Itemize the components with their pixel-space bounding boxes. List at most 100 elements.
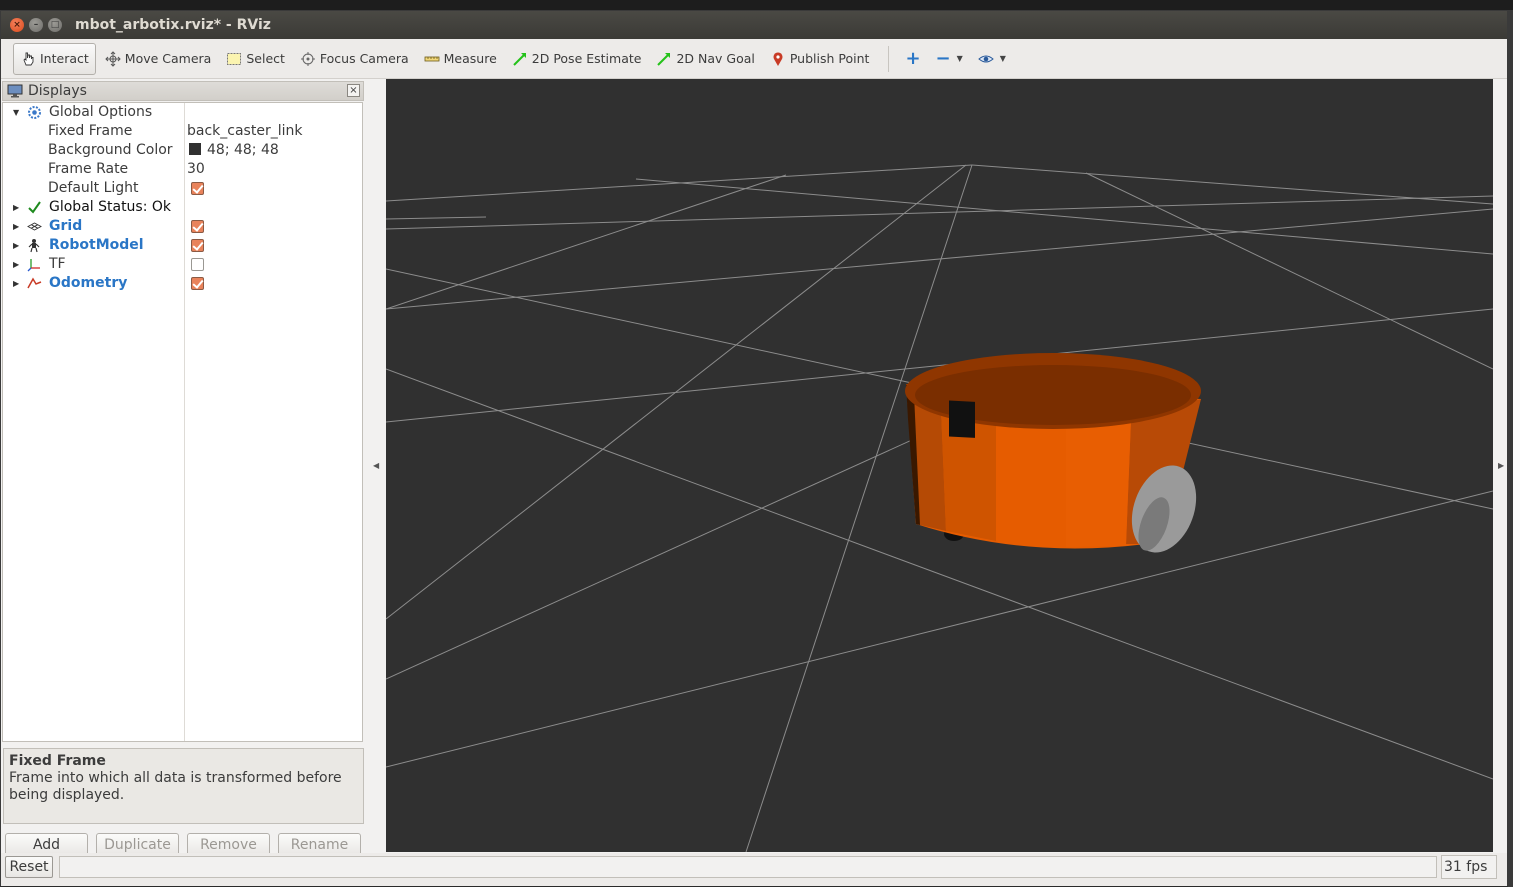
displays-panel: Displays × ▼ Global Options Fixed Frame …: [2, 79, 364, 857]
expand-arrow-icon[interactable]: ▶: [13, 236, 19, 255]
remove-tool-button[interactable]: − ▼: [930, 43, 969, 75]
3d-render-viewport[interactable]: [386, 79, 1493, 852]
expand-arrow-icon[interactable]: ▶: [13, 274, 19, 293]
tf-checkbox[interactable]: [191, 258, 204, 271]
robot-model-checkbox[interactable]: [191, 239, 204, 252]
tree-row-grid[interactable]: ▶ Grid: [3, 217, 362, 236]
tool-label: Measure: [443, 51, 497, 66]
select-box-icon: [226, 51, 242, 67]
tool-label: Select: [246, 51, 285, 66]
odometry-checkbox[interactable]: [191, 277, 204, 290]
window-maximize-button[interactable]: □: [48, 18, 62, 32]
close-panel-button[interactable]: ×: [347, 84, 360, 97]
desktop-top-panel: [0, 0, 1513, 10]
odometry-icon: [27, 276, 42, 291]
add-tool-button[interactable]: +: [899, 43, 926, 75]
tf-label: TF: [49, 256, 66, 272]
robot-model-render: [905, 353, 1201, 553]
focus-camera-icon: [300, 51, 316, 67]
select-tool-button[interactable]: Select: [220, 43, 291, 75]
green-arrow-icon: [512, 51, 528, 67]
interact-tool-button[interactable]: Interact: [13, 42, 96, 75]
tree-row-frame-rate[interactable]: Frame Rate 30: [3, 160, 362, 179]
focus-camera-tool-button[interactable]: Focus Camera: [294, 43, 415, 75]
tool-label: Focus Camera: [319, 51, 409, 66]
fixed-frame-label: Fixed Frame: [48, 123, 133, 139]
window-minimize-button[interactable]: –: [29, 18, 43, 32]
window-title: mbot_arbotix.rviz* - RViz: [75, 17, 271, 33]
tree-row-default-light[interactable]: Default Light: [3, 179, 362, 198]
default-light-checkbox[interactable]: [191, 182, 204, 195]
background-color-label: Background Color: [48, 142, 173, 158]
tree-row-odometry[interactable]: ▶ Odometry: [3, 274, 362, 293]
expand-arrow-icon[interactable]: ▼: [13, 103, 19, 122]
monitor-icon: [7, 84, 23, 98]
hand-pointer-icon: [20, 51, 36, 67]
reset-button[interactable]: Reset: [5, 856, 53, 878]
background-color-value-cell[interactable]: 48; 48; 48: [185, 141, 279, 160]
tool-label: Interact: [40, 51, 89, 66]
measure-tool-button[interactable]: Measure: [418, 43, 503, 75]
publish-point-tool-button[interactable]: Publish Point: [764, 43, 876, 75]
tree-row-fixed-frame[interactable]: Fixed Frame back_caster_link: [3, 122, 362, 141]
robot-model-label: RobotModel: [49, 237, 144, 253]
render-scene: [386, 164, 1493, 852]
tool-label: 2D Nav Goal: [676, 51, 755, 66]
gear-icon: [27, 105, 42, 120]
odometry-label: Odometry: [49, 275, 128, 291]
2d-nav-goal-tool-button[interactable]: 2D Nav Goal: [650, 43, 760, 75]
tool-label: Publish Point: [789, 51, 870, 66]
frame-rate-label: Frame Rate: [48, 161, 129, 177]
tree-row-tf[interactable]: ▶ TF: [3, 255, 362, 274]
global-options-label: Global Options: [49, 104, 153, 120]
window-right-edge: [1508, 10, 1513, 887]
fps-readout: 31 fps: [1441, 855, 1497, 879]
eye-icon: [978, 51, 994, 67]
checkmark-icon: [27, 200, 42, 215]
collapse-right-panel-icon[interactable]: ▶: [1498, 461, 1504, 470]
frame-rate-value[interactable]: 30: [187, 160, 205, 179]
view-menu-button[interactable]: ▼: [972, 43, 1012, 75]
move-camera-icon: [105, 50, 121, 67]
status-bar: Reset 31 fps: [1, 853, 1507, 886]
description-text: Frame into which all data is transformed…: [9, 770, 342, 803]
window-close-button[interactable]: ×: [10, 18, 24, 32]
global-status-label: Global Status: Ok: [49, 199, 172, 215]
2d-pose-estimate-tool-button[interactable]: 2D Pose Estimate: [506, 43, 648, 75]
background-color-value: 48; 48; 48: [207, 142, 279, 158]
expand-arrow-icon[interactable]: ▶: [13, 217, 19, 236]
tool-label: 2D Pose Estimate: [531, 51, 642, 66]
status-message-field: [59, 856, 1437, 878]
chevron-down-icon: ▼: [999, 54, 1006, 63]
grid-icon: [27, 219, 42, 234]
ruler-icon: [424, 51, 440, 67]
tree-row-robot-model[interactable]: ▶ RobotModel: [3, 236, 362, 255]
collapse-left-panel-icon[interactable]: ◀: [373, 461, 379, 470]
fixed-frame-value[interactable]: back_caster_link: [187, 122, 302, 141]
green-arrow-icon: [656, 51, 672, 67]
expand-arrow-icon[interactable]: ▶: [13, 255, 19, 274]
title-bar: × – □ mbot_arbotix.rviz* - RViz: [1, 11, 1507, 39]
displays-panel-header: Displays ×: [2, 81, 364, 101]
axes-icon: [27, 257, 42, 272]
robot-icon: [27, 238, 42, 253]
default-light-label: Default Light: [48, 180, 139, 196]
tree-row-background-color[interactable]: Background Color 48; 48; 48: [3, 141, 362, 160]
grid-checkbox[interactable]: [191, 220, 204, 233]
displays-title: Displays: [28, 83, 87, 99]
color-swatch[interactable]: [189, 143, 201, 155]
move-camera-tool-button[interactable]: Move Camera: [99, 43, 218, 75]
expand-arrow-icon[interactable]: ▶: [13, 198, 19, 217]
minus-icon: −: [935, 48, 951, 69]
toolbar-separator: [888, 45, 890, 72]
tool-label: Move Camera: [124, 51, 212, 66]
property-description: Fixed Frame Frame into which all data is…: [3, 748, 364, 824]
tree-row-global-status[interactable]: ▶ Global Status: Ok: [3, 198, 362, 217]
rviz-window: × – □ mbot_arbotix.rviz* - RViz Interact…: [0, 10, 1508, 886]
displays-tree: ▼ Global Options Fixed Frame back_caster…: [2, 102, 363, 742]
tree-row-global-options[interactable]: ▼ Global Options: [3, 103, 362, 122]
plus-icon: +: [905, 48, 921, 69]
grid-label: Grid: [49, 218, 83, 234]
map-pin-icon: [770, 51, 786, 67]
chevron-down-icon: ▼: [956, 54, 963, 63]
